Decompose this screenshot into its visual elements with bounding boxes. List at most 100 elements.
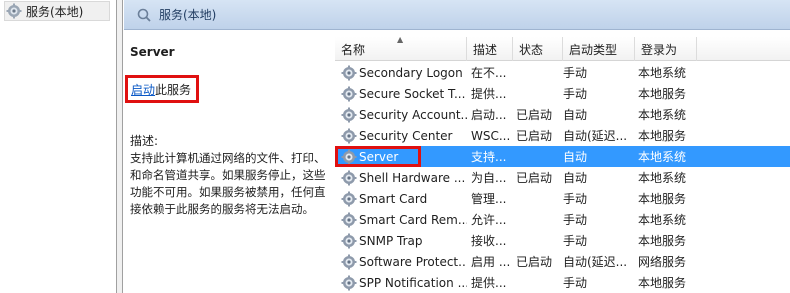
service-status-cell	[513, 62, 563, 83]
service-startup-cell: 自动(延迟...	[563, 255, 628, 269]
service-startup-cell: 手动	[563, 192, 588, 206]
column-startup-label: 启动类型	[569, 42, 618, 57]
table-row[interactable]: Secondary Logon 在不... 手动 本地系统	[335, 62, 790, 83]
console-tree: 服务(本地)	[0, 0, 117, 293]
table-row[interactable]: Shell Hardware ... 为自... 已启动 自动 本地系统	[335, 167, 790, 188]
service-name-cell: Shell Hardware ...	[335, 167, 467, 188]
table-row[interactable]: SPP Notification ... 提供... 手动 本地服务	[335, 272, 790, 293]
service-name-cell: Software Protect...	[335, 251, 467, 272]
service-name-cell: Server	[335, 146, 421, 167]
column-status[interactable]: 状态	[513, 37, 563, 61]
service-name-cell: SNMP Trap	[335, 230, 467, 251]
table-row[interactable]: Server 支持... 自动 本地系统	[335, 146, 790, 167]
service-startup-cell: 手动	[563, 213, 588, 227]
service-description-cell: 为自...	[471, 171, 507, 185]
pane-title: 服务(本地)	[159, 8, 217, 22]
service-logon-cell: 本地系统	[638, 108, 687, 122]
service-name-cell: Smart Card Rem...	[335, 209, 467, 230]
description-label: 描述:	[130, 134, 159, 148]
column-description-label: 描述	[473, 42, 498, 57]
column-name-label: 名称	[341, 42, 366, 57]
service-name-cell: Smart Card	[335, 188, 467, 209]
service-logon-cell: 本地服务	[638, 87, 687, 101]
service-startup-cell: 手动	[563, 87, 588, 101]
service-status-cell	[513, 146, 563, 167]
services-list: ▲ 名称 描述 状态 启动类型 登录为 Secondary Logon 在不...…	[335, 37, 790, 293]
search-icon	[137, 8, 151, 22]
splitter[interactable]	[117, 0, 123, 293]
service-logon-cell: 本地系统	[638, 213, 687, 227]
service-name-heading: Server	[130, 45, 175, 59]
gear-icon	[341, 254, 357, 269]
service-logon-cell: 本地服务	[638, 129, 687, 143]
service-name: Security Account...	[359, 107, 467, 122]
column-name[interactable]: ▲ 名称	[335, 37, 467, 61]
start-service-link[interactable]: 启动	[131, 81, 155, 98]
service-status-cell: 已启动	[516, 171, 553, 185]
service-name: Secure Socket T...	[359, 86, 466, 101]
service-status-cell	[513, 230, 563, 251]
service-name: Security Center	[359, 128, 453, 143]
column-status-label: 状态	[519, 42, 544, 57]
service-logon-cell: 本地服务	[638, 192, 687, 206]
column-header-row: ▲ 名称 描述 状态 启动类型 登录为	[335, 37, 790, 61]
column-logon-label: 登录为	[641, 42, 678, 57]
gear-icon	[341, 191, 357, 206]
service-startup-cell: 自动	[563, 171, 588, 185]
description-pane: Server 启动 此服务 描述: 支持此计算机通过网络的文件、打印、和命名管道…	[124, 31, 332, 293]
table-row[interactable]: Secure Socket T... 提供... 手动 本地服务	[335, 83, 790, 104]
tree-item-label: 服务(本地)	[26, 4, 84, 19]
service-startup-cell: 自动	[563, 108, 588, 122]
service-description-cell: 启动...	[471, 108, 507, 122]
table-row[interactable]: Security Center WSC... 已启动 自动(延迟... 本地服务	[335, 125, 790, 146]
table-row[interactable]: Smart Card 管理... 手动 本地服务	[335, 188, 790, 209]
tree-item-services-local[interactable]: 服务(本地)	[4, 1, 110, 21]
service-name-cell: Secondary Logon	[335, 62, 467, 83]
table-row[interactable]: Software Protect... 启用 ... 已启动 自动(延迟... 网络服务	[335, 251, 790, 272]
service-logon-cell: 本地系统	[638, 66, 687, 80]
table-row[interactable]: Security Account... 启动... 已启动 自动 本地系统	[335, 104, 790, 125]
service-logon-cell: 本地服务	[638, 234, 687, 248]
column-log-on-as[interactable]: 登录为	[635, 37, 697, 61]
column-description[interactable]: 描述	[467, 37, 513, 61]
gear-icon	[341, 170, 357, 185]
gear-icon	[341, 65, 357, 80]
service-status-cell	[513, 209, 563, 230]
service-name: Secondary Logon	[359, 65, 463, 80]
gear-icon	[341, 107, 357, 122]
column-filler	[697, 37, 790, 61]
service-name: Smart Card	[359, 191, 428, 206]
service-description-cell: WSC...	[471, 128, 511, 143]
service-name: SPP Notification ...	[359, 275, 467, 290]
service-startup-cell: 自动(延迟...	[563, 129, 628, 143]
service-status-cell	[513, 188, 563, 209]
service-name: SNMP Trap	[359, 233, 423, 248]
service-status-cell: 已启动	[516, 255, 553, 269]
sort-ascending-icon: ▲	[397, 37, 404, 44]
service-description-cell: 允许...	[471, 213, 507, 227]
service-status-cell	[513, 272, 563, 293]
column-startup-type[interactable]: 启动类型	[563, 37, 635, 61]
service-name-cell: SPP Notification ...	[335, 272, 467, 293]
gear-icon	[341, 149, 357, 164]
service-description-cell: 管理...	[471, 192, 507, 206]
service-status-cell: 已启动	[516, 108, 553, 122]
service-startup-cell: 自动	[563, 150, 588, 164]
service-name: Smart Card Rem...	[359, 212, 467, 227]
service-name: Shell Hardware ...	[359, 170, 466, 185]
service-status-cell	[513, 83, 563, 104]
gear-icon	[341, 275, 357, 290]
table-row[interactable]: SNMP Trap 接收... 手动 本地服务	[335, 230, 790, 251]
service-description-cell: 启用 ...	[471, 255, 511, 269]
gear-icon	[341, 233, 357, 248]
service-logon-cell: 本地服务	[638, 276, 687, 290]
service-description-cell: 支持...	[471, 150, 507, 164]
start-service-suffix: 此服务	[155, 82, 192, 97]
gear-icon	[6, 3, 22, 19]
service-name: Server	[359, 149, 399, 164]
service-name-cell: Security Account...	[335, 104, 467, 125]
service-name: Software Protect...	[359, 254, 467, 269]
table-row[interactable]: Smart Card Rem... 允许... 手动 本地系统	[335, 209, 790, 230]
service-startup-cell: 手动	[563, 276, 588, 290]
service-description-cell: 提供...	[471, 87, 507, 101]
